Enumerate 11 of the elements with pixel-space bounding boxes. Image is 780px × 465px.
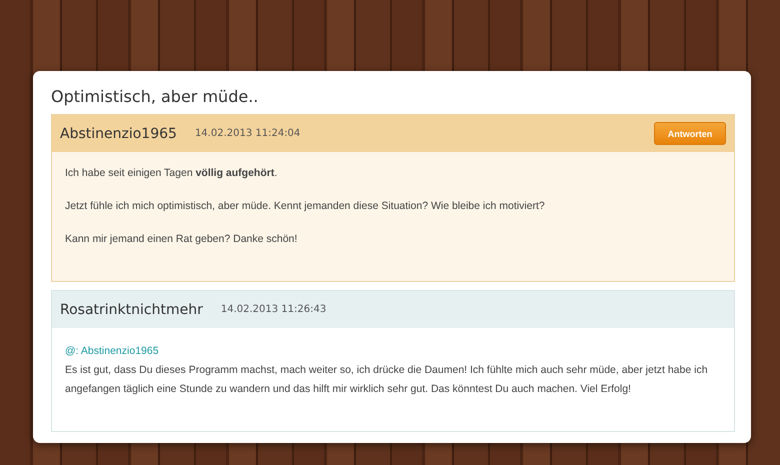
reply-button[interactable]: Antworten <box>654 122 726 145</box>
mention-link[interactable]: @: Abstinenzio1965 <box>65 342 721 361</box>
author-name: Abstinenzio1965 <box>60 126 177 142</box>
post-paragraph: Es ist gut, dass Du dieses Programm machst, mach weiter so, ich drücke die Daumen! Ich fühlte mich auch sehr müde, aber jetzt habe ich angefangen täglich eine Stunde zu wandern und das hilft mir wirklich sehr gut. Das könntest Du auch machen. Viel Erfolg! <box>65 363 709 397</box>
thread-title: Optimistisch, aber müde.. <box>51 87 260 106</box>
post-timestamp: 14.02.2013 11:26:43 <box>220 304 326 315</box>
author-name: Rosatrinktnichtmehr <box>60 302 203 318</box>
post-paragraph: Ich habe seit einigen Tagen völlig aufgehört. <box>65 166 278 181</box>
post-paragraph: Jetzt fühle ich mich optimistisch, aber müde. Kennt jemanden diese Situation? Wie bleibe ich motiviert? <box>65 199 546 214</box>
post-paragraph: Kann mir jemand einen Rat geben? Danke schön! <box>65 232 298 247</box>
post-timestamp: 14.02.2013 11:24:04 <box>194 128 300 139</box>
